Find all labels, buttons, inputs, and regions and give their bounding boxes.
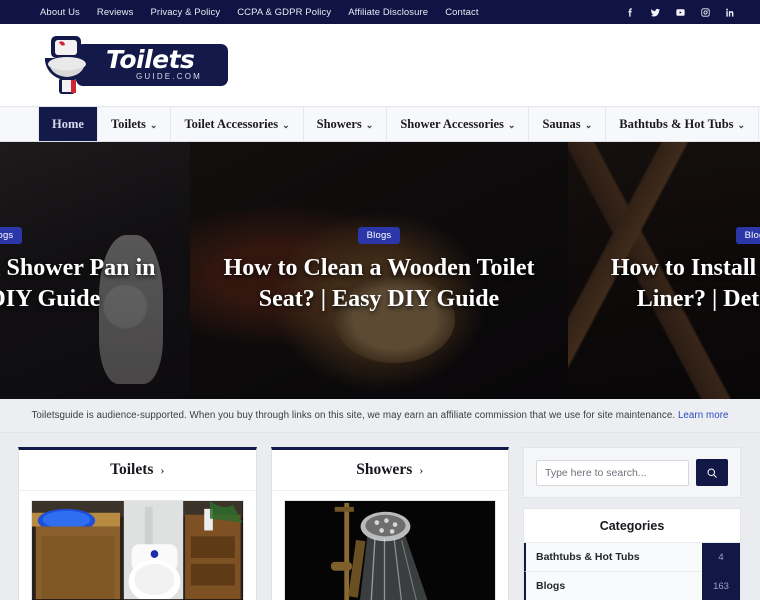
top-link-privacy-policy[interactable]: Privacy & Policy (151, 7, 221, 18)
hero-badge-left[interactable]: Blogs (0, 227, 23, 245)
search-input[interactable] (536, 459, 689, 486)
logo-tagline: GUIDE.COM (136, 72, 203, 81)
chevron-right-icon: › (419, 462, 424, 477)
hero-slide-left[interactable]: Blogs How to Build a Shower Pan in 7 Ste… (0, 142, 190, 399)
nav-item-shower-accessories[interactable]: Shower Accessories ⌄ (387, 107, 530, 141)
youtube-icon[interactable] (675, 7, 686, 18)
page-root: About Us Reviews Privacy & Policy CCPA &… (0, 0, 760, 600)
affiliate-message: Toiletsguide is audience-supported. When… (31, 410, 678, 421)
search-submit-button[interactable] (696, 459, 728, 486)
card-showers-thumbnail[interactable] (283, 500, 496, 600)
chevron-down-icon: ⌄ (737, 119, 746, 130)
facebook-icon[interactable] (625, 7, 636, 18)
nav-label-bathtubs-hot-tubs: Bathtubs & Hot Tubs (619, 116, 734, 131)
category-item-blogs[interactable]: Blogs 163 (524, 571, 740, 600)
site-header: Toilets GUIDE.COM (0, 24, 760, 106)
category-item-bathtubs-hot-tubs[interactable]: Bathtubs & Hot Tubs 4 (524, 542, 740, 572)
nav-label-toilet-accessories: Toilet Accessories (184, 116, 279, 131)
linkedin-icon[interactable] (725, 7, 736, 18)
hero-badge-center[interactable]: Blogs (357, 227, 401, 245)
card-showers-body (271, 491, 508, 600)
card-showers-title: Showers (356, 461, 413, 478)
main-content: Toilets › Showers › Type here to search.… (0, 433, 760, 600)
nav-label-home: Home (52, 116, 84, 131)
card-toilets-title: Toilets (110, 461, 154, 478)
top-link-ccpa-gdpr-policy[interactable]: CCPA & GDPR Policy (237, 7, 331, 18)
toilet-icon (41, 34, 99, 101)
category-label: Bathtubs & Hot Tubs (536, 551, 640, 563)
top-link-contact[interactable]: Contact (445, 7, 478, 18)
content-cards: Toilets › Showers › (18, 447, 509, 600)
hero-title-right: How to Install a Shower Pan Liner? | Det… (610, 255, 760, 312)
top-bar-links: About Us Reviews Privacy & Policy CCPA &… (40, 7, 479, 18)
categories-widget: Categories Bathtubs & Hot Tubs 4 Blogs 1… (523, 508, 741, 600)
chevron-right-icon: › (160, 462, 165, 477)
nav-item-home[interactable]: Home (38, 107, 98, 141)
category-count-badge: 4 (702, 542, 740, 572)
chevron-down-icon: ⌄ (282, 119, 290, 130)
nav-label-toilets: Toilets (110, 116, 146, 131)
nav-item-bathtubs-hot-tubs[interactable]: Bathtubs & Hot Tubs ⌄ (606, 107, 760, 141)
top-link-affiliate-disclosure[interactable]: Affiliate Disclosure (348, 7, 428, 18)
chevron-down-icon: ⌄ (365, 119, 374, 130)
nav-label-saunas: Saunas (542, 116, 581, 131)
category-count-badge: 163 (702, 571, 740, 600)
card-toilets-body (19, 491, 256, 600)
top-bar: About Us Reviews Privacy & Policy CCPA &… (0, 0, 760, 24)
hero-slide-right-content: Blogs How to Install a Shower Pan Liner?… (568, 142, 760, 399)
nav-label-showers: Showers (316, 116, 362, 131)
site-logo[interactable]: Toilets GUIDE.COM (38, 34, 228, 96)
search-icon (707, 468, 717, 478)
top-link-about-us[interactable]: About Us (40, 7, 80, 18)
nav-item-saunas[interactable]: Saunas ⌄ (529, 107, 607, 141)
card-showers-header[interactable]: Showers › (271, 450, 508, 491)
sidebar: Categories Bathtubs & Hot Tubs 4 Blogs 1… (523, 447, 741, 600)
top-link-reviews[interactable]: Reviews (97, 7, 134, 18)
hero-title-left: How to Build a Shower Pan in 7 Steps: DI… (0, 255, 156, 312)
affiliate-disclosure-bar: Toiletsguide is audience-supported. When… (0, 399, 760, 433)
card-showers: Showers › (270, 447, 509, 600)
categories-widget-title: Categories (524, 509, 740, 543)
hero-slide-right[interactable]: Blogs How to Install a Shower Pan Liner?… (568, 142, 760, 399)
nav-item-toilet-accessories[interactable]: Toilet Accessories ⌄ (171, 107, 304, 141)
instagram-icon[interactable] (700, 7, 711, 18)
card-toilets-header[interactable]: Toilets › (19, 450, 256, 491)
social-links (625, 7, 736, 18)
nav-label-shower-accessories: Shower Accessories (400, 116, 504, 131)
hero-slide-center-content: Blogs How to Clean a Wooden Toilet Seat?… (190, 142, 568, 399)
affiliate-text: Toiletsguide is audience-supported. When… (31, 410, 728, 421)
chevron-down-icon: ⌄ (149, 119, 158, 130)
search-widget (523, 447, 741, 498)
hero-slide-center[interactable]: Blogs How to Clean a Wooden Toilet Seat?… (190, 142, 568, 399)
card-toilets-thumbnail[interactable] (31, 500, 244, 600)
main-navigation: Home Toilets ⌄ Toilet Accessories ⌄ Show… (0, 106, 760, 142)
category-label: Blogs (536, 580, 566, 592)
card-toilets: Toilets › (18, 447, 257, 600)
hero-carousel: Blogs How to Build a Shower Pan in 7 Ste… (0, 142, 760, 399)
hero-title-center: How to Clean a Wooden Toilet Seat? | Eas… (223, 255, 535, 312)
hero-badge-right[interactable]: Blogs (735, 227, 760, 245)
nav-item-toilets[interactable]: Toilets ⌄ (98, 107, 172, 141)
logo-brand-text: Toilets (106, 45, 195, 74)
twitter-icon[interactable] (650, 7, 661, 18)
chevron-down-icon: ⌄ (584, 119, 593, 130)
nav-item-showers[interactable]: Showers ⌄ (304, 107, 388, 141)
hero-slide-left-content: Blogs How to Build a Shower Pan in 7 Ste… (0, 142, 190, 399)
chevron-down-icon: ⌄ (507, 119, 516, 130)
affiliate-learn-more-link[interactable]: Learn more (678, 410, 729, 421)
